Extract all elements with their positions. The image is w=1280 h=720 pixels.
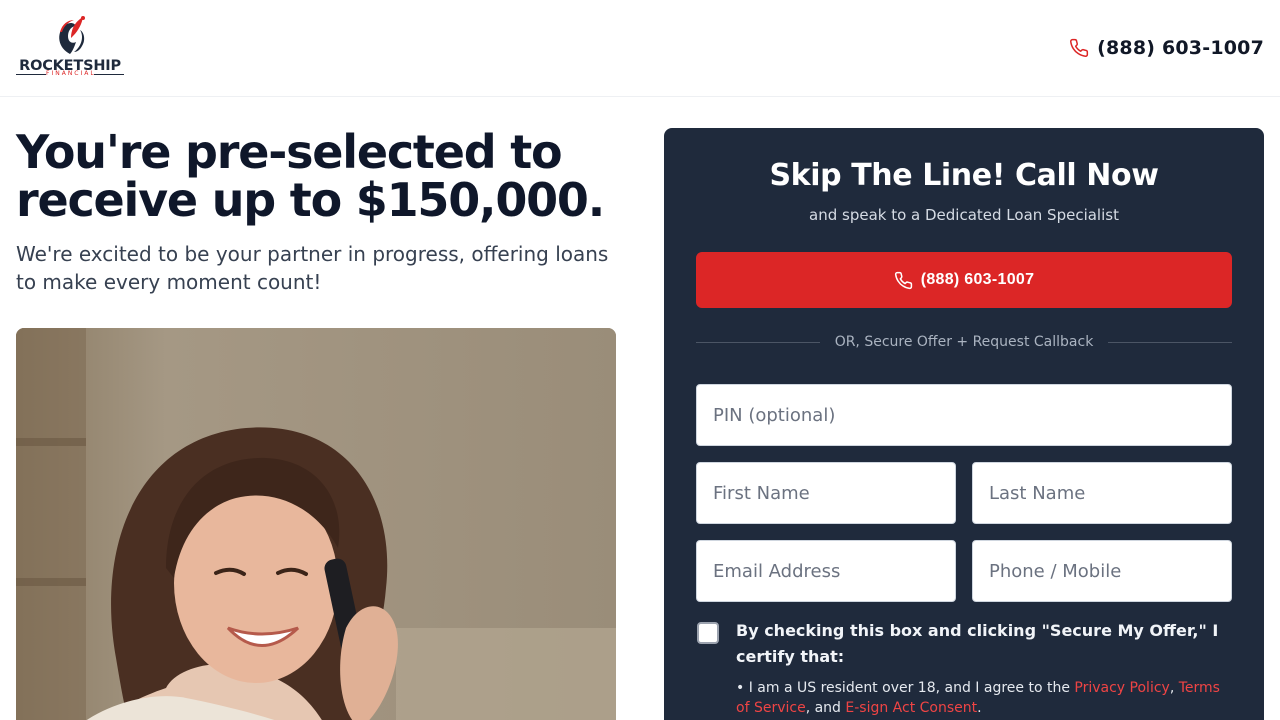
email-input[interactable] xyxy=(696,540,956,602)
phone-icon xyxy=(1070,38,1089,57)
last-name-input[interactable] xyxy=(972,462,1232,524)
call-button-label: (888) 603-1007 xyxy=(920,271,1035,288)
consent-checkbox[interactable] xyxy=(697,622,719,644)
hero-photo xyxy=(16,328,616,720)
site-header: ROCKETSHIP FINANCIAL (888) 603-1007 xyxy=(0,0,1280,97)
consent-body: • I am a US resident over 18, and I agre… xyxy=(736,678,1236,718)
phone-icon xyxy=(894,271,912,289)
divider-line-right xyxy=(1108,342,1232,343)
divider-line-left xyxy=(696,342,820,343)
consent-sep-2: , and xyxy=(805,700,846,716)
consent-text-suffix: . xyxy=(977,700,982,716)
hero-subtitle: We're excited to be your partner in prog… xyxy=(16,242,609,294)
card-subtitle: and speak to a Dedicated Loan Specialist xyxy=(809,206,1119,224)
card-title: Skip The Line! Call Now xyxy=(769,158,1159,193)
offer-card: Skip The Line! Call Now and speak to a D… xyxy=(664,128,1264,720)
hero-title: You're pre-selected to receive up to $15… xyxy=(16,125,605,227)
phone-input[interactable] xyxy=(972,540,1232,602)
or-divider: OR, Secure Offer + Request Callback xyxy=(696,332,1232,352)
rocket-logo-icon xyxy=(59,16,85,54)
privacy-policy-link[interactable]: Privacy Policy xyxy=(1074,680,1169,696)
brand-logo[interactable]: ROCKETSHIP FINANCIAL xyxy=(16,14,124,82)
pin-input[interactable] xyxy=(696,384,1232,446)
header-phone-link[interactable]: (888) 603-1007 xyxy=(1069,34,1264,62)
woman-on-phone-illustration xyxy=(16,328,616,720)
consent-sep-1: , xyxy=(1169,680,1179,696)
consent-text-prefix: • I am a US resident over 18, and I agre… xyxy=(736,680,1075,696)
consent-title: By checking this box and clicking "Secur… xyxy=(736,621,1219,666)
divider-text: OR, Secure Offer + Request Callback xyxy=(834,334,1094,350)
header-phone-number: (888) 603-1007 xyxy=(1097,37,1264,59)
esign-consent-link[interactable]: E-sign Act Consent xyxy=(845,700,977,716)
first-name-input[interactable] xyxy=(696,462,956,524)
call-now-button[interactable]: (888) 603-1007 xyxy=(696,252,1232,308)
brand-subtitle-rule: FINANCIAL xyxy=(16,70,124,82)
brand-subtitle: FINANCIAL xyxy=(46,70,96,78)
